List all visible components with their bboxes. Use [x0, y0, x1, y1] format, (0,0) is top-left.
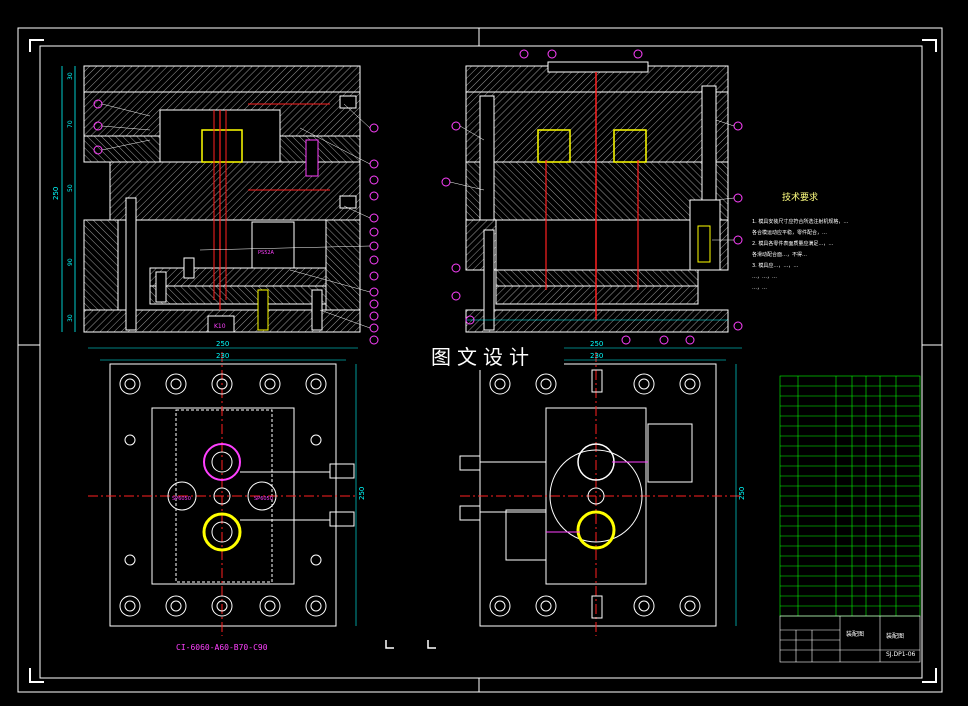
dim-left-value: 50 [67, 184, 74, 192]
tech-req-line: …，… [752, 285, 768, 291]
title-block-number: SJ.DP1-06 [886, 651, 916, 658]
dim-br-inner: 230 [590, 352, 603, 360]
technical-requirements: 技术要求 1. 模具安装尺寸应符合所选注射机规格，… 各合模运动应平稳，零件配合… [752, 190, 848, 294]
label-sp-b: SP6050 [254, 496, 273, 502]
tech-req-line: 各合模运动应平稳，零件配合，… [752, 230, 828, 236]
title-block-drawing: 装配图 [886, 633, 905, 640]
dim-left-stack: 30 70 50 90 30 [67, 72, 74, 322]
bom-rows [780, 385, 920, 607]
label-sp-a: SP6050 [172, 496, 191, 502]
dim-left-value: 70 [67, 120, 74, 128]
tech-req-line: 1. 模具安装尺寸应符合所选注射机规格，… [752, 219, 849, 225]
plan-view-left [88, 347, 358, 636]
label-part: PS52A [258, 250, 275, 256]
dim-left-value: 30 [67, 314, 74, 322]
tech-req-line: …，…，… [752, 274, 778, 280]
dim-br-height: 250 [738, 487, 746, 500]
plan-view-right-holes [489, 369, 701, 619]
dim-bl-outer: 250 [216, 340, 229, 348]
tech-req-line: 3. 模具应…，…，… [752, 263, 799, 269]
tech-req-line: 各滑动配合面…，不得… [752, 252, 808, 258]
section-view-left [61, 65, 361, 333]
tech-req-line: 2. 模具各零件表面质量应满足…，… [752, 241, 834, 247]
dim-br-outer: 250 [590, 340, 603, 348]
section-view-right [465, 61, 729, 333]
dim-top-left-total: 250 [52, 187, 60, 200]
tech-req-title: 技术要求 [782, 193, 819, 203]
dim-left-value: 30 [67, 72, 74, 80]
dim-left-value: 90 [67, 258, 74, 266]
plan-view-right [459, 347, 742, 636]
mold-base-code: CI-6060-A60-B70-C90 [176, 643, 268, 652]
dim-bl-height: 250 [358, 487, 366, 500]
watermark: 图文设计 [402, 340, 564, 370]
label-bottom: K10 [214, 323, 226, 330]
dim-bl-inner: 230 [216, 352, 229, 360]
title-block-name: 装配图 [846, 631, 865, 638]
